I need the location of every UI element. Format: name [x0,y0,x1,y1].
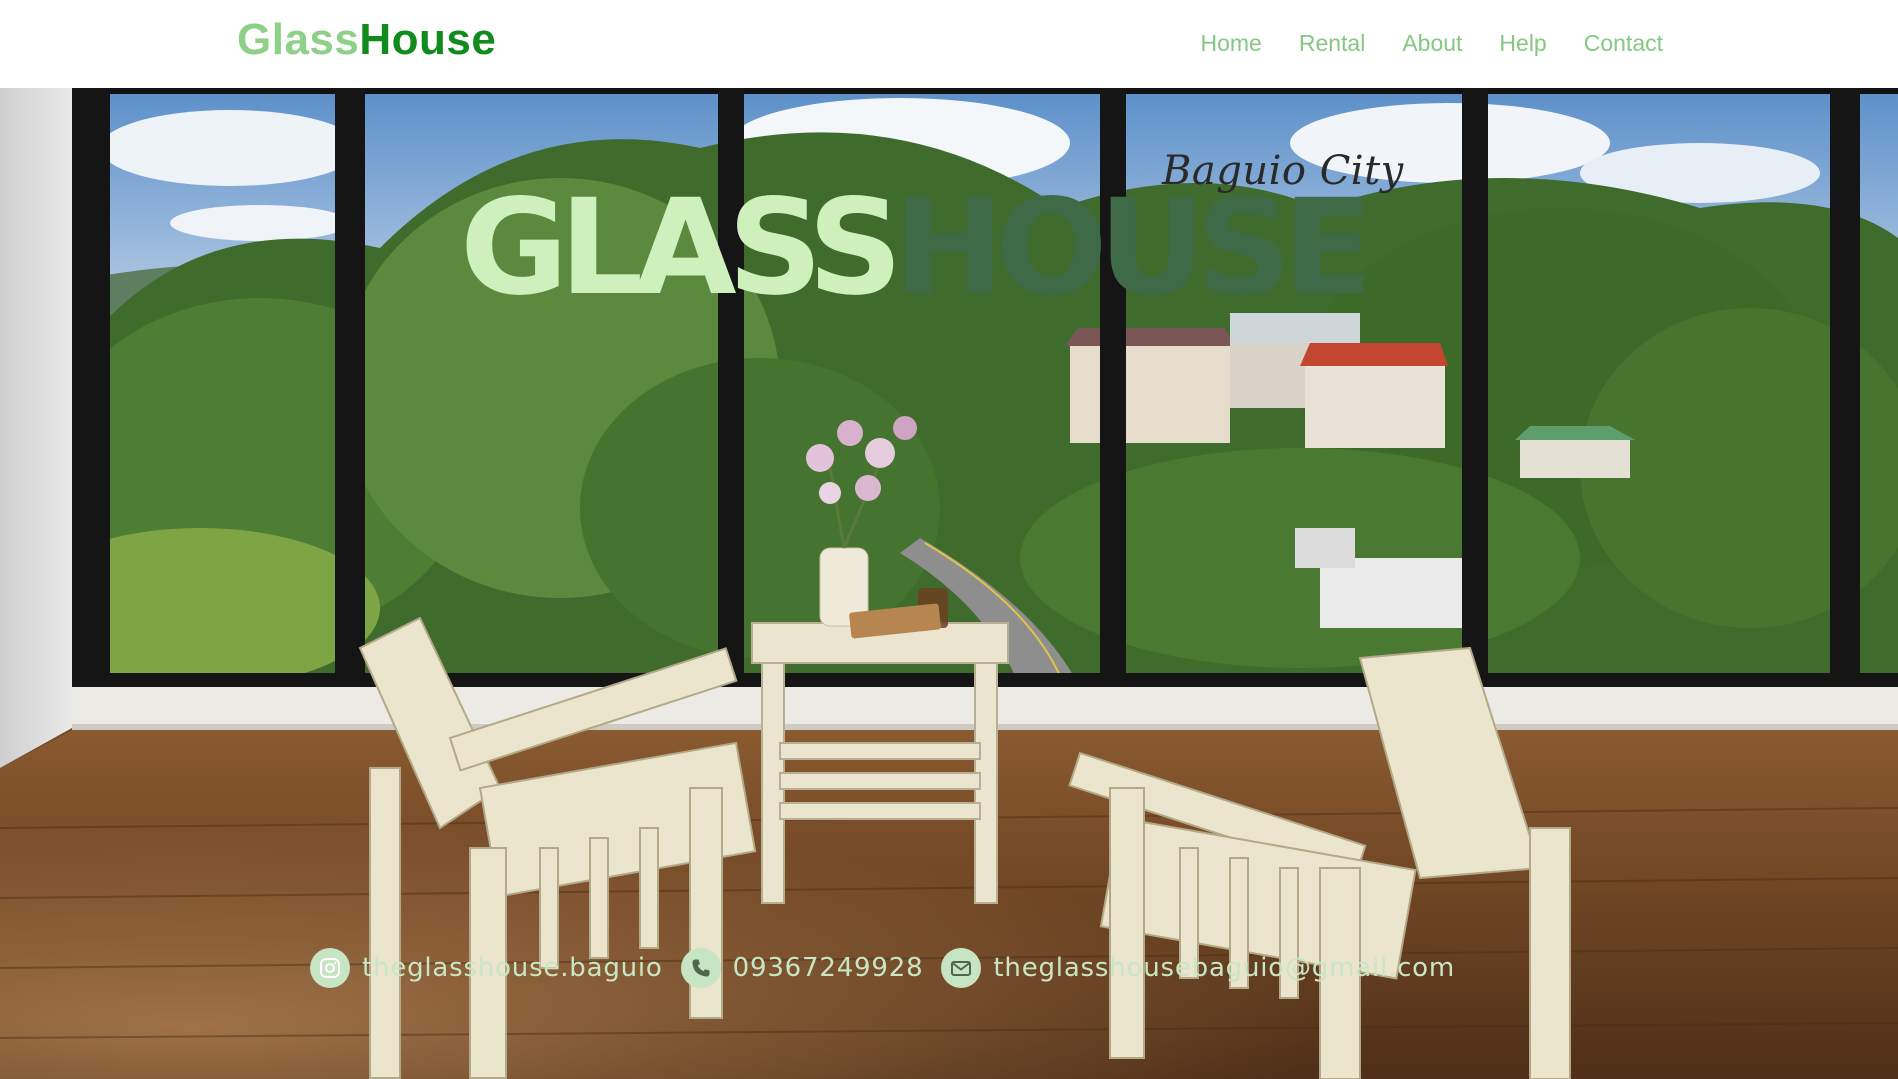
main-nav: Home Rental About Help Contact [1163,30,1663,57]
logo-part-glass: Glass [237,15,360,64]
nav-help[interactable]: Help [1499,30,1546,57]
logo-part-house: House [359,15,497,64]
nav-about[interactable]: About [1402,30,1462,57]
nav-home[interactable]: Home [1200,30,1261,57]
hero-title-glass: GLASS [460,171,903,325]
instagram-handle: theglasshouse.baguio [362,953,663,983]
hero-title-house: HOUSE [893,171,1373,325]
contact-bar: theglasshouse.baguio 09367249928 theglas… [310,948,1473,988]
phone-icon [680,948,721,988]
hero-title: GLASSHOUSE [460,178,1373,318]
phone-number: 09367249928 [732,953,924,983]
instagram-icon [310,948,350,988]
phone-link[interactable]: 09367249928 [680,948,924,988]
mail-icon [941,948,982,988]
nav-rental[interactable]: Rental [1299,30,1365,57]
site-logo[interactable]: GlassHouse [237,18,496,62]
email-address: theglasshousebaguio@gmail.com [993,953,1456,983]
instagram-link[interactable]: theglasshouse.baguio [310,948,663,988]
hero-section: Baguio City GLASSHOUSE theglasshouse.bag… [0,88,1898,1079]
email-link[interactable]: theglasshousebaguio@gmail.com [941,948,1455,988]
site-header: GlassHouse Home Rental About Help Contac… [0,0,1898,88]
nav-contact[interactable]: Contact [1584,30,1663,57]
